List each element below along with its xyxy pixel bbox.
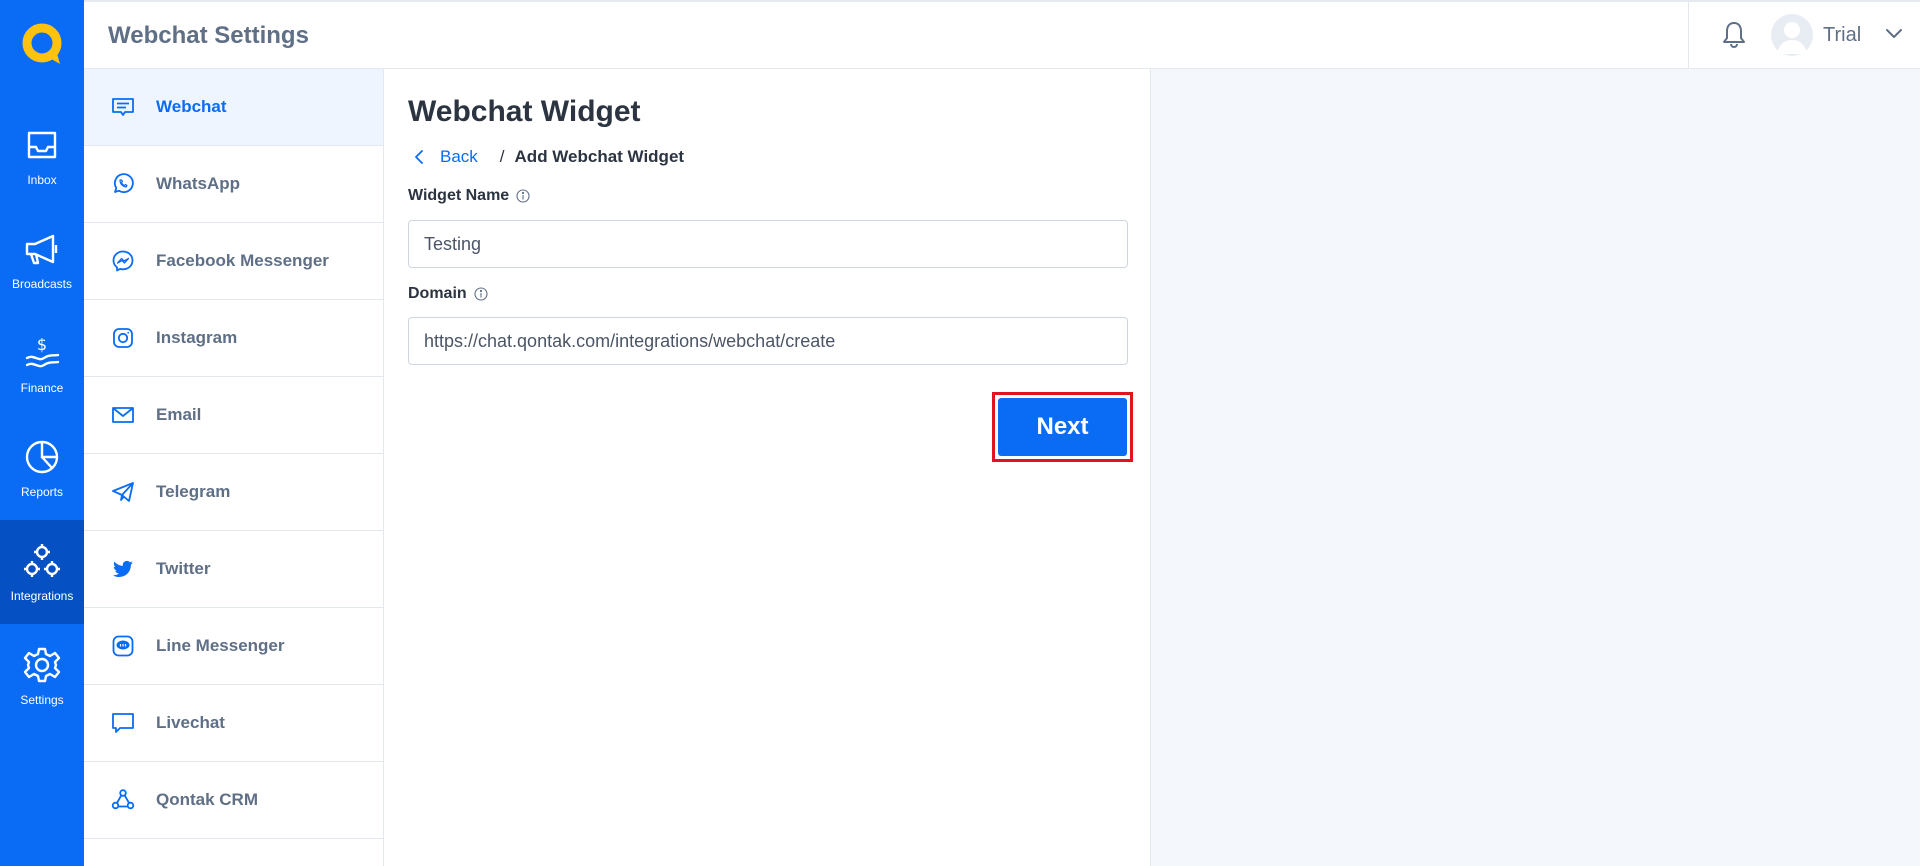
megaphone-icon <box>25 234 58 265</box>
sidebar-item-label: Livechat <box>156 713 225 732</box>
breadcrumb: Back / Add Webchat Widget <box>408 145 684 169</box>
nav-item-label: Inbox <box>27 173 57 187</box>
page-title: Webchat Settings <box>108 22 309 49</box>
channel-sidebar: Webchat WhatsApp Facebook Messenger Inst… <box>84 69 384 866</box>
next-button[interactable]: Next <box>998 398 1127 456</box>
sidebar-item-label: Twitter <box>156 559 211 578</box>
webchat-icon <box>110 94 136 120</box>
sidebar-item-twitter[interactable]: Twitter <box>84 531 383 608</box>
integrations-icon <box>24 544 60 577</box>
nav-item-label: Finance <box>20 381 64 395</box>
inbox-icon <box>27 131 57 159</box>
nav-item-label: Integrations <box>10 589 74 603</box>
avatar[interactable] <box>1771 14 1813 56</box>
nav-item-label: Broadcasts <box>11 277 73 291</box>
widget-name-input[interactable] <box>408 220 1128 268</box>
telegram-icon <box>110 479 136 505</box>
sidebar-item-whatsapp[interactable]: WhatsApp <box>84 146 383 223</box>
twitter-icon <box>110 556 136 582</box>
sidebar-item-label: Line Messenger <box>156 636 285 655</box>
nav-item-broadcasts[interactable]: Broadcasts <box>0 208 84 312</box>
nav-item-reports[interactable]: Reports <box>0 416 84 520</box>
crm-icon <box>110 787 136 813</box>
back-link[interactable]: Back <box>408 147 478 167</box>
user-avatar-icon <box>1777 22 1807 54</box>
nav-item-label: Reports <box>20 485 64 499</box>
breadcrumb-separator: / <box>499 147 505 166</box>
line-icon <box>110 633 136 659</box>
user-name[interactable]: Trial <box>1823 24 1861 47</box>
webchat-widget-panel: Webchat Widget Back / Add Webchat Widget… <box>384 69 1151 866</box>
sidebar-item-label: Instagram <box>156 328 238 347</box>
email-icon <box>110 402 136 428</box>
sidebar-item-label: Webchat <box>156 97 227 116</box>
pie-chart-icon <box>25 440 59 474</box>
finance-icon: $ <box>25 335 60 368</box>
section-title: Webchat Widget <box>408 95 641 128</box>
sidebar-item-label: Telegram <box>156 482 231 501</box>
sidebar-item-email[interactable]: Email <box>84 377 383 454</box>
widget-name-label-text: Widget Name <box>408 187 510 204</box>
sidebar-item-livechat[interactable]: Livechat <box>84 685 383 762</box>
nav-item-label: Settings <box>20 693 64 707</box>
domain-label: Domain <box>408 285 488 303</box>
user-area: Trial <box>1688 0 1920 69</box>
sidebar-item-facebook-messenger[interactable]: Facebook Messenger <box>84 223 383 300</box>
domain-input[interactable] <box>408 317 1128 365</box>
back-label: Back <box>440 147 478 166</box>
sidebar-item-webchat[interactable]: Webchat <box>84 69 383 146</box>
sidebar-item-qontak-crm[interactable]: Qontak CRM <box>84 762 383 839</box>
sidebar-item-label: Qontak CRM <box>156 790 258 809</box>
info-icon[interactable] <box>516 189 530 203</box>
breadcrumb-current: Add Webchat Widget <box>514 147 685 166</box>
main-nav-rail: Inbox Broadcasts $ Finance Reports Integ… <box>0 0 84 866</box>
logo-mark <box>22 23 62 64</box>
chevron-down-icon[interactable] <box>1885 28 1903 40</box>
nav-item-integrations[interactable]: Integrations <box>0 520 84 624</box>
bell-icon[interactable] <box>1721 20 1747 48</box>
whatsapp-icon <box>110 171 136 197</box>
widget-name-label: Widget Name <box>408 187 530 205</box>
qontak-logo[interactable] <box>0 0 84 88</box>
next-button-highlight: Next <box>992 392 1133 462</box>
nav-item-finance[interactable]: $ Finance <box>0 312 84 416</box>
sidebar-item-line-messenger[interactable]: Line Messenger <box>84 608 383 685</box>
sidebar-item-telegram[interactable]: Telegram <box>84 454 383 531</box>
messenger-icon <box>110 248 136 274</box>
sidebar-item-label: Facebook Messenger <box>156 251 329 270</box>
livechat-icon <box>110 710 136 736</box>
instagram-icon <box>110 325 136 351</box>
domain-label-text: Domain <box>408 285 467 302</box>
sidebar-item-label: WhatsApp <box>156 174 241 193</box>
gear-icon <box>23 647 61 683</box>
info-icon[interactable] <box>474 287 488 301</box>
chevron-left-icon <box>415 150 423 164</box>
sidebar-item-instagram[interactable]: Instagram <box>84 300 383 377</box>
nav-item-inbox[interactable]: Inbox <box>0 104 84 208</box>
nav-item-settings[interactable]: Settings <box>0 624 84 728</box>
top-bar: Webchat Settings Trial <box>84 0 1920 69</box>
sidebar-item-label: Email <box>156 405 202 424</box>
svg-text:$: $ <box>37 335 47 354</box>
